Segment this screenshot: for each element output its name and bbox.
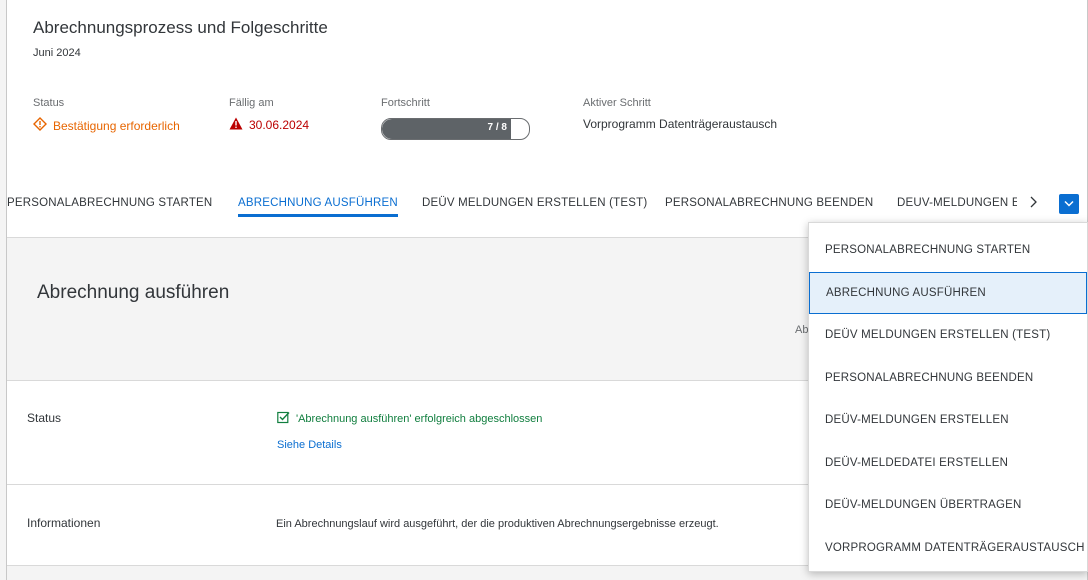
dropdown-item-deuev-meldungen-test[interactable]: DEÜV MELDUNGEN ERSTELLEN (TEST) — [809, 314, 1087, 356]
section-title: Abrechnung ausführen — [37, 282, 230, 303]
chevron-right-icon[interactable] — [1029, 195, 1039, 211]
status-value-text: Bestätigung erforderlich — [53, 118, 180, 133]
tab-deuev-meldungen-erstellen[interactable]: DEÜV-MELDUNGEN E — [897, 197, 1017, 209]
dropdown-item-deuev-meldungen-erstellen[interactable]: DEÜV-MELDUNGEN ERSTELLEN — [809, 399, 1087, 441]
success-message-text: 'Abrechnung ausführen' erfolgreich abges… — [296, 413, 543, 425]
information-text: Ein Abrechnungslauf wird ausgeführt, der… — [276, 518, 719, 530]
anchor-tab-bar: PERSONALABRECHNUNG STARTEN ABRECHNUNG AU… — [7, 180, 1087, 217]
page-title: Abrechnungsprozess und Folgeschritte — [33, 18, 328, 37]
chevron-down-icon — [1064, 195, 1074, 213]
progress-text: 7 / 8 — [487, 122, 507, 133]
dropdown-item-abrechnung-ausfuehren[interactable]: ABRECHNUNG AUSFÜHREN — [809, 271, 1087, 314]
dropdown-item-personalabrechnung-beenden[interactable]: PERSONALABRECHNUNG BEENDEN — [809, 357, 1087, 399]
success-message: 'Abrechnung ausführen' erfolgreich abges… — [277, 411, 542, 427]
active-tab-underline — [238, 214, 398, 217]
tab-deuev-meldungen-test[interactable]: DEÜV MELDUNGEN ERSTELLEN (TEST) — [422, 197, 647, 209]
progress-label: Fortschritt — [381, 97, 430, 109]
information-row-label: Informationen — [27, 516, 101, 530]
due-date-value: 30.06.2024 — [229, 117, 309, 133]
warning-diamond-icon — [33, 117, 47, 134]
active-step-label: Aktiver Schritt — [583, 97, 651, 109]
alert-triangle-icon — [229, 117, 243, 133]
due-date-text: 30.06.2024 — [249, 118, 310, 132]
checkbox-checked-icon — [277, 411, 290, 427]
tabs-overflow-dropdown: PERSONALABRECHNUNG STARTEN ABRECHNUNG AUS… — [808, 222, 1088, 572]
due-date-label: Fällig am — [229, 97, 274, 109]
dropdown-item-personalabrechnung-starten[interactable]: PERSONALABRECHNUNG STARTEN — [809, 229, 1087, 271]
status-row-label: Status — [27, 411, 62, 425]
active-step-value: Vorprogramm Datenträgeraustausch — [583, 117, 778, 131]
left-frame-border — [0, 0, 7, 580]
progress-indicator: 7 / 8 — [381, 118, 530, 140]
tab-abrechnung-ausfuehren[interactable]: ABRECHNUNG AUSFÜHREN — [238, 197, 398, 209]
dropdown-item-deuev-meldungen-uebertragen[interactable]: DEÜV-MELDUNGEN ÜBERTRAGEN — [809, 484, 1087, 526]
status-value: Bestätigung erforderlich — [33, 117, 180, 134]
tab-personalabrechnung-starten[interactable]: PERSONALABRECHNUNG STARTEN — [7, 197, 212, 209]
dropdown-item-deuev-meldedatei-erstellen[interactable]: DEÜV-MELDEDATEI ERSTELLEN — [809, 442, 1087, 484]
page-subtitle: Juni 2024 — [33, 47, 81, 59]
dropdown-item-vorprogramm-datentraegeraustausch[interactable]: VORPROGRAMM DATENTRÄGERAUSTAUSCH — [809, 527, 1087, 569]
section-trailing-text: Ab — [795, 324, 809, 336]
object-page-header: Abrechnungsprozess und Folgeschritte Jun… — [7, 0, 1087, 238]
see-details-link[interactable]: Siehe Details — [277, 439, 342, 451]
tabs-overflow-button[interactable] — [1059, 194, 1079, 214]
tab-personalabrechnung-beenden[interactable]: PERSONALABRECHNUNG BEENDEN — [665, 197, 873, 209]
status-label: Status — [33, 97, 65, 109]
